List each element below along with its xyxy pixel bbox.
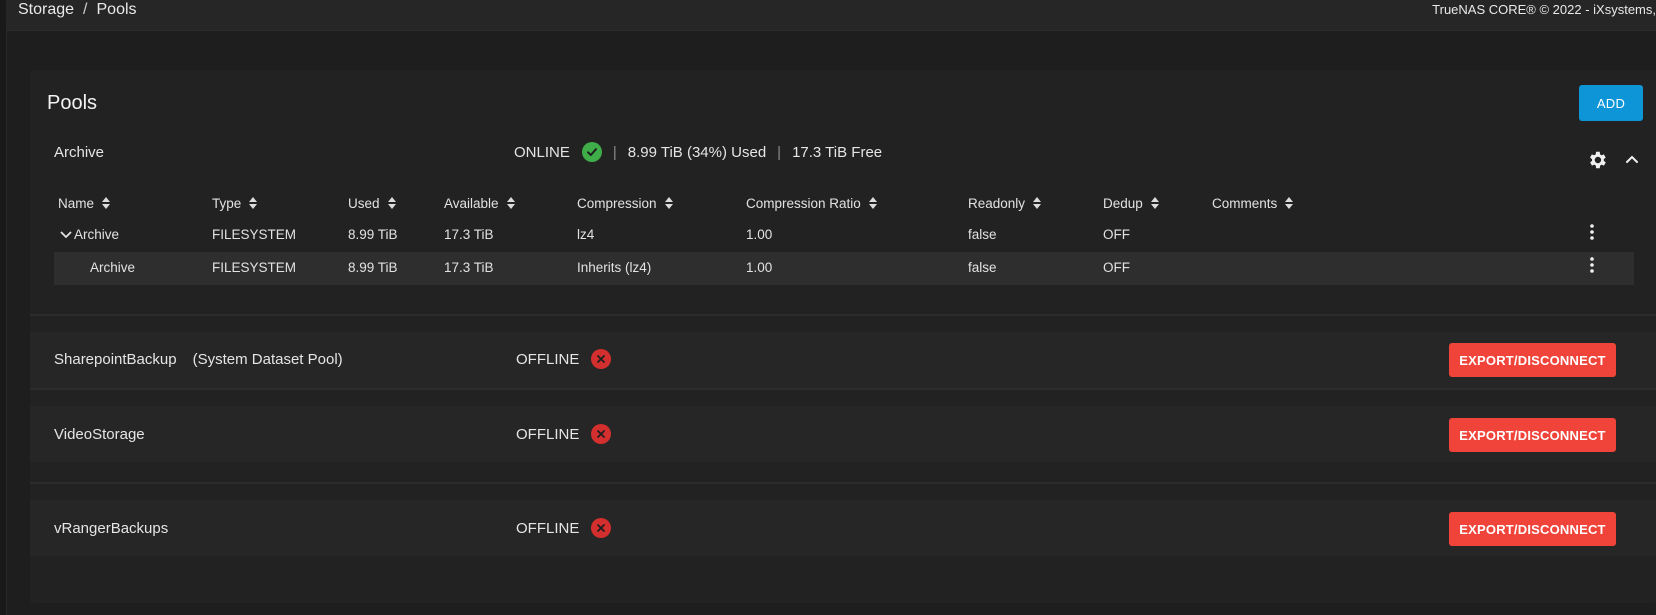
cell-readonly: false bbox=[968, 260, 997, 275]
status-text: OFFLINE bbox=[516, 425, 580, 443]
cell-available: 17.3 TiB bbox=[444, 227, 494, 242]
cell-used: 8.99 TiB bbox=[348, 260, 398, 275]
col-header-type[interactable]: Type bbox=[212, 193, 258, 213]
export-disconnect-button[interactable]: EXPORT/DISCONNECT bbox=[1449, 418, 1616, 452]
left-edge bbox=[0, 0, 7, 615]
divider bbox=[30, 482, 1656, 484]
gear-icon[interactable] bbox=[1586, 149, 1608, 171]
status-text: OFFLINE bbox=[516, 350, 580, 368]
breadcrumb-separator: / bbox=[83, 1, 88, 18]
cell-compression: lz4 bbox=[577, 227, 595, 242]
breadcrumb: Storage / Pools bbox=[18, 0, 137, 20]
free-stat: 17.3 TiB Free bbox=[792, 143, 883, 161]
pool-name: vRangerBackups bbox=[54, 520, 169, 537]
online-check-icon bbox=[581, 142, 602, 162]
pool-header-sharepointbackup: SharepointBackup (System Dataset Pool) OF… bbox=[30, 332, 1656, 388]
offline-error-icon bbox=[591, 349, 612, 369]
breadcrumb-storage[interactable]: Storage bbox=[18, 1, 74, 18]
pool-status: OFFLINE bbox=[516, 518, 612, 538]
chevron-down-icon[interactable] bbox=[60, 230, 72, 240]
pool-name: SharepointBackup (System Dataset Pool) bbox=[54, 351, 343, 368]
sort-icon bbox=[1150, 197, 1159, 209]
pool-status: OFFLINE bbox=[516, 424, 612, 444]
system-dataset-label: (System Dataset Pool) bbox=[192, 351, 343, 368]
pool-status: OFFLINE bbox=[516, 349, 612, 369]
sort-icon bbox=[506, 197, 515, 209]
sort-icon bbox=[1285, 197, 1294, 209]
pool-header-videostorage: VideoStorage OFFLINE EXPORT/DISCONNECT bbox=[30, 406, 1656, 462]
sort-icon bbox=[664, 197, 673, 209]
cell-compression-ratio: 1.00 bbox=[746, 260, 773, 275]
more-vert-icon[interactable] bbox=[1589, 256, 1595, 274]
table-row[interactable]: Archive FILESYSTEM 8.99 TiB 17.3 TiB lz4… bbox=[54, 219, 1634, 252]
cell-type: FILESYSTEM bbox=[212, 227, 297, 242]
sort-icon bbox=[868, 197, 877, 209]
chevron-up-icon[interactable] bbox=[1624, 151, 1640, 167]
offline-error-icon bbox=[591, 518, 612, 538]
add-pool-button[interactable]: ADD bbox=[1579, 85, 1643, 121]
col-header-used[interactable]: Used bbox=[348, 193, 397, 213]
status-text: OFFLINE bbox=[516, 519, 580, 537]
col-header-readonly[interactable]: Readonly bbox=[968, 193, 1042, 213]
pool-status: ONLINE | 8.99 TiB (34%) Used | 17.3 TiB … bbox=[514, 142, 883, 162]
sort-icon bbox=[387, 197, 396, 209]
cell-compression-ratio: 1.00 bbox=[746, 227, 773, 242]
col-header-compression[interactable]: Compression bbox=[577, 193, 674, 213]
breadcrumb-pools: Pools bbox=[96, 1, 137, 18]
cell-compression: Inherits (lz4) bbox=[577, 260, 652, 275]
more-vert-icon[interactable] bbox=[1589, 223, 1595, 241]
col-header-available[interactable]: Available bbox=[444, 193, 516, 213]
sort-icon bbox=[1033, 197, 1042, 209]
pool-name: Archive bbox=[54, 144, 105, 161]
export-disconnect-button[interactable]: EXPORT/DISCONNECT bbox=[1449, 512, 1616, 546]
pool-name: VideoStorage bbox=[54, 426, 145, 443]
status-text: ONLINE bbox=[514, 143, 570, 161]
col-header-comments[interactable]: Comments bbox=[1212, 193, 1294, 213]
cell-dedup: OFF bbox=[1103, 260, 1130, 275]
col-header-dedup[interactable]: Dedup bbox=[1103, 193, 1160, 213]
cell-name: Archive bbox=[74, 227, 120, 242]
cell-type: FILESYSTEM bbox=[212, 260, 297, 275]
page-title: Pools bbox=[47, 92, 98, 114]
sort-icon bbox=[249, 197, 258, 209]
sort-icon bbox=[102, 197, 111, 209]
cell-available: 17.3 TiB bbox=[444, 260, 494, 275]
divider bbox=[30, 388, 1656, 390]
cell-used: 8.99 TiB bbox=[348, 227, 398, 242]
pool-header-vrangerbackups: vRangerBackups OFFLINE EXPORT/DISCONNECT bbox=[30, 500, 1656, 556]
export-disconnect-button[interactable]: EXPORT/DISCONNECT bbox=[1449, 343, 1616, 377]
copyright-text: TrueNAS CORE® © 2022 - iXsystems, bbox=[1432, 2, 1656, 17]
col-header-compression-ratio[interactable]: Compression Ratio bbox=[746, 193, 878, 213]
top-bar: Storage / Pools TrueNAS CORE® © 2022 - iXs… bbox=[6, 0, 1656, 31]
cell-name: Archive bbox=[90, 260, 136, 275]
cell-readonly: false bbox=[968, 227, 997, 242]
divider bbox=[30, 314, 1656, 316]
col-header-name[interactable]: Name bbox=[58, 193, 111, 213]
offline-error-icon bbox=[591, 424, 612, 444]
cell-dedup: OFF bbox=[1103, 227, 1130, 242]
table-row[interactable]: Archive FILESYSTEM 8.99 TiB 17.3 TiB Inh… bbox=[54, 252, 1634, 285]
used-stat: 8.99 TiB (34%) Used bbox=[627, 143, 767, 161]
pools-card: Pools ADD Archive ONLINE | 8.99 TiB (34%… bbox=[30, 70, 1656, 603]
